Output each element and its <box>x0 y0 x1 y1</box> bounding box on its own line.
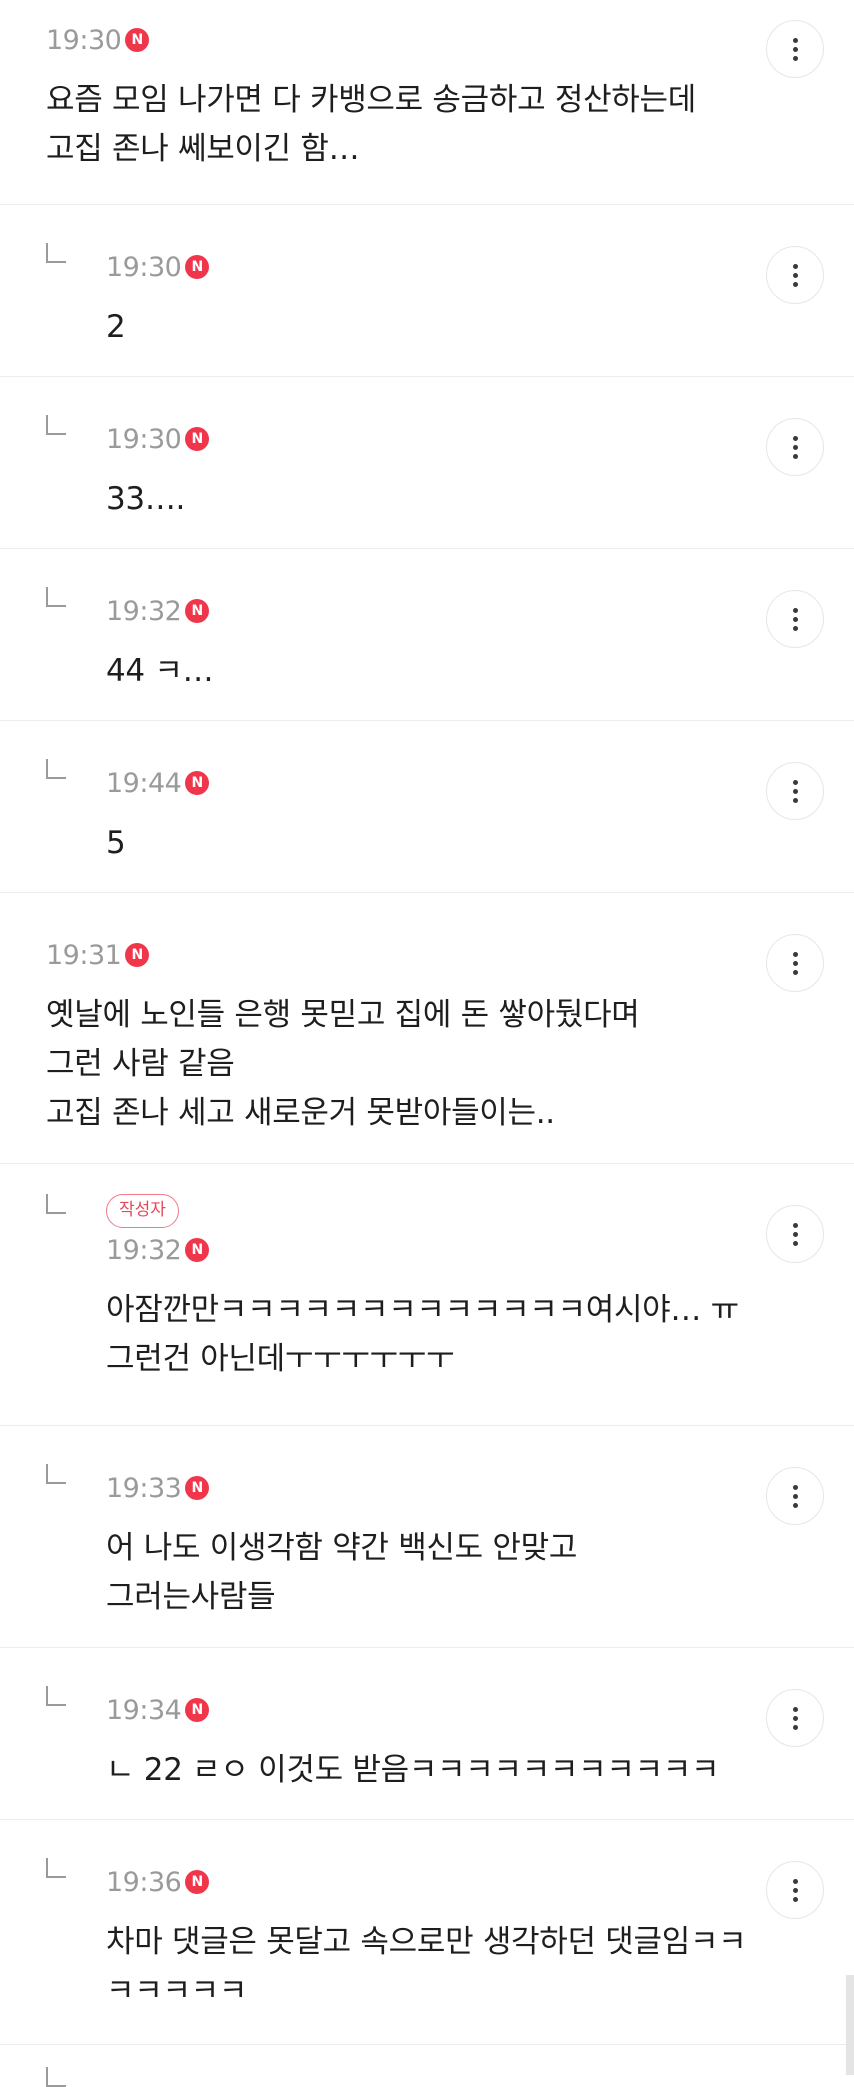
more-options-button[interactable] <box>766 590 824 648</box>
reply-item: 19:44 N 5 <box>0 721 854 893</box>
comment-meta: 19:30 N <box>106 247 854 287</box>
comment-text: 2 <box>106 309 126 345</box>
comment-time: 19:30 <box>106 423 182 455</box>
comment-time: 19:44 <box>106 767 182 799</box>
more-vertical-icon <box>792 951 798 957</box>
more-vertical-icon <box>792 779 798 785</box>
new-badge-icon: N <box>185 255 210 279</box>
more-options-button[interactable] <box>766 418 824 476</box>
more-options-button[interactable] <box>766 1861 824 1919</box>
reply-arrow-icon <box>46 1194 66 1214</box>
new-badge-icon: N <box>185 1698 210 1722</box>
more-vertical-icon <box>792 1222 798 1228</box>
comment-meta: 19:32 N <box>106 1230 854 1270</box>
reply-arrow-icon <box>46 1858 66 1878</box>
reply-item: 19:33 N 어 나도 이생각함 약간 백신도 안맞고 그러는사람들 <box>0 1426 854 1648</box>
new-badge-icon: N <box>185 1476 210 1500</box>
comment-text: 요즘 모임 나가면 다 카뱅으로 송금하고 정산하는데 고집 존나 쎄보이긴 함… <box>46 82 696 167</box>
comment-meta: 19:32 N <box>106 591 854 631</box>
new-badge-icon: N <box>125 28 150 52</box>
more-options-button[interactable] <box>766 1205 824 1263</box>
comment-text: 33…. <box>106 481 186 517</box>
comment-time: 19:33 <box>106 1472 182 1504</box>
comment-meta: 19:30 N <box>106 419 854 459</box>
reply-arrow-icon <box>46 587 66 607</box>
reply-item: 19:30 N 33…. <box>0 377 854 549</box>
new-badge-icon: N <box>125 943 150 967</box>
reply-arrow-icon <box>46 415 66 435</box>
more-options-button[interactable] <box>766 762 824 820</box>
reply-item: 19:36 N 차마 댓글은 못달고 속으로만 생각하던 댓글임ㅋㅋ ㅋㅋㅋㅋㅋ <box>0 1820 854 2045</box>
comment-time: 19:32 <box>106 595 182 627</box>
comment-meta: 19:33 N <box>106 1468 854 1508</box>
comment-text: 44 ㅋ… <box>106 653 214 689</box>
reply-item: 19:30 N 2 <box>0 205 854 377</box>
more-options-button[interactable] <box>766 1467 824 1525</box>
new-badge-icon: N <box>185 427 210 451</box>
more-vertical-icon <box>792 1706 798 1712</box>
comment-text: 5 <box>106 825 126 861</box>
more-vertical-icon <box>792 607 798 613</box>
scrollbar[interactable] <box>846 1975 854 2075</box>
comment-text: 아잠깐만ㅋㅋㅋㅋㅋㅋㅋㅋㅋㅋㅋㅋㅋ여시야… ㅠ 그런건 아닌데ㅜㅜㅜㅜㅜㅜ <box>106 1292 739 1377</box>
new-badge-icon: N <box>185 771 210 795</box>
more-vertical-icon <box>792 1484 798 1490</box>
comment-meta: 19:31 N <box>46 935 854 975</box>
comment-time: 19:36 <box>106 1866 182 1898</box>
reply-arrow-icon <box>46 1686 66 1706</box>
reply-item: 작성자 19:32 N 아잠깐만ㅋㅋㅋㅋㅋㅋㅋㅋㅋㅋㅋㅋㅋ여시야… ㅠ 그런건 … <box>0 1164 854 1426</box>
reply-arrow-icon <box>46 243 66 263</box>
reply-item <box>0 2045 854 2087</box>
reply-arrow-icon <box>46 759 66 779</box>
more-options-button[interactable] <box>766 1689 824 1747</box>
more-vertical-icon <box>792 37 798 43</box>
more-vertical-icon <box>792 1878 798 1884</box>
more-options-button[interactable] <box>766 20 824 78</box>
reply-arrow-icon <box>46 1464 66 1484</box>
comment-time: 19:30 <box>46 24 122 56</box>
comment-text: 차마 댓글은 못달고 속으로만 생각하던 댓글임ㅋㅋ ㅋㅋㅋㅋㅋ <box>106 1924 747 2009</box>
comment-item: 19:30 N 요즘 모임 나가면 다 카뱅으로 송금하고 정산하는데 고집 존… <box>0 0 854 205</box>
comment-item: 19:31 N 옛날에 노인들 은행 못믿고 집에 돈 쌓아뒀다며 그런 사람 … <box>0 893 854 1164</box>
comment-meta: 19:34 N <box>106 1690 854 1730</box>
comment-meta: 19:36 N <box>106 1862 854 1902</box>
comment-text: ㄴ 22 ㄹㅇ 이것도 받음ㅋㅋㅋㅋㅋㅋㅋㅋㅋㅋㅋ <box>106 1752 720 1788</box>
comment-text: 어 나도 이생각함 약간 백신도 안맞고 그러는사람들 <box>106 1530 578 1615</box>
reply-item: 19:34 N ㄴ 22 ㄹㅇ 이것도 받음ㅋㅋㅋㅋㅋㅋㅋㅋㅋㅋㅋ <box>0 1648 854 1820</box>
more-vertical-icon <box>792 263 798 269</box>
comment-time: 19:32 <box>106 1234 182 1266</box>
new-badge-icon: N <box>185 599 210 623</box>
comment-meta: 19:30 N <box>46 20 854 60</box>
comment-meta: 19:44 N <box>106 763 854 803</box>
new-badge-icon: N <box>185 1870 210 1894</box>
comment-time: 19:34 <box>106 1694 182 1726</box>
reply-arrow-icon <box>46 2067 66 2087</box>
more-options-button[interactable] <box>766 246 824 304</box>
comment-list: 19:30 N 요즘 모임 나가면 다 카뱅으로 송금하고 정산하는데 고집 존… <box>0 0 854 2087</box>
comment-time: 19:31 <box>46 939 122 971</box>
new-badge-icon: N <box>185 1238 210 1262</box>
author-badge: 작성자 <box>106 1194 179 1228</box>
comment-text: 옛날에 노인들 은행 못믿고 집에 돈 쌓아뒀다며 그런 사람 같음 고집 존나… <box>46 997 640 1131</box>
more-options-button[interactable] <box>766 934 824 992</box>
comment-time: 19:30 <box>106 251 182 283</box>
more-vertical-icon <box>792 435 798 441</box>
reply-item: 19:32 N 44 ㅋ… <box>0 549 854 721</box>
